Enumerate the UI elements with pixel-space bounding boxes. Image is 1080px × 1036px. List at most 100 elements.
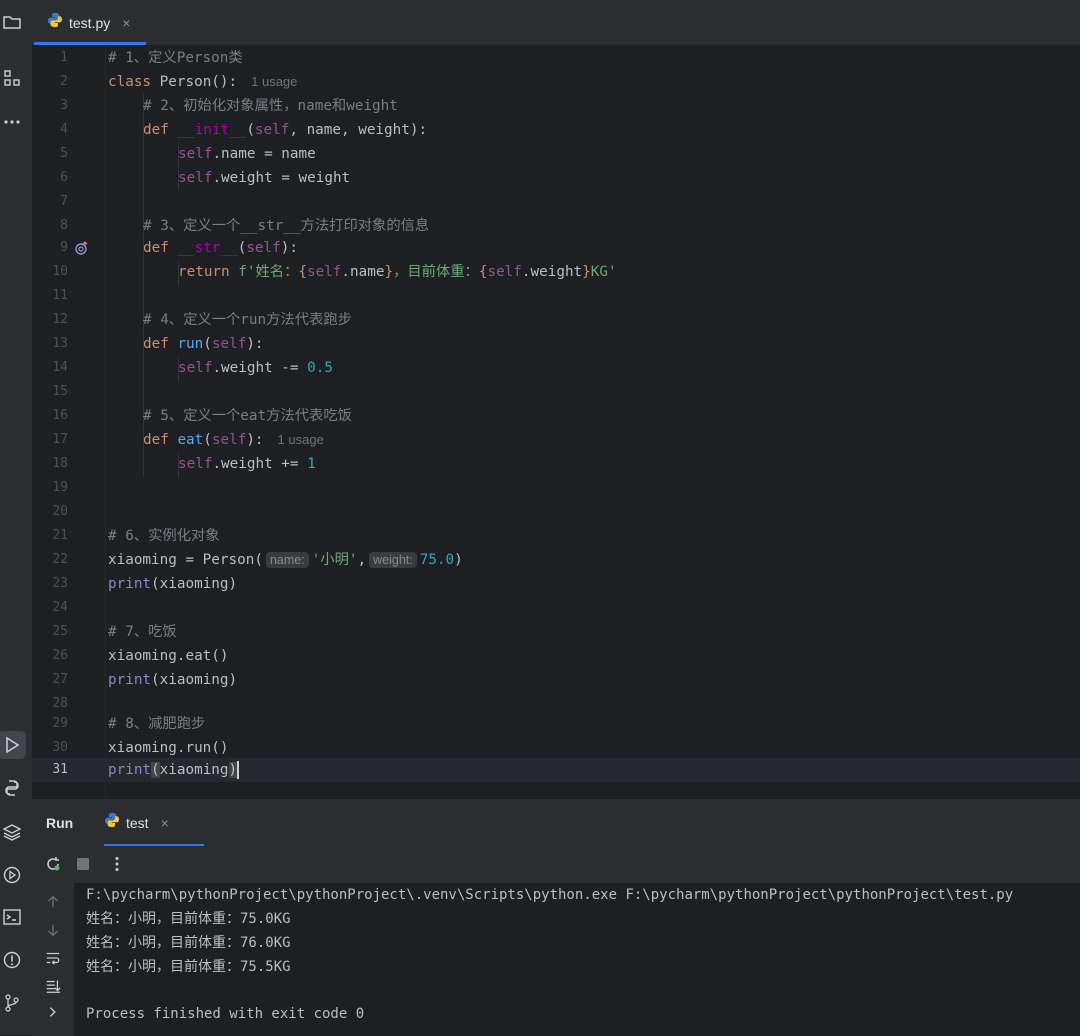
line-number: 2 bbox=[60, 74, 68, 89]
brace: { bbox=[298, 264, 307, 280]
usage-hint[interactable]: 1 usage bbox=[278, 432, 324, 447]
run-tool-icon[interactable] bbox=[0, 731, 26, 759]
statement: .name = name bbox=[212, 146, 316, 162]
line-number: 19 bbox=[52, 480, 68, 495]
structure-icon[interactable] bbox=[0, 66, 24, 90]
matched-paren: ) bbox=[228, 762, 238, 778]
tab-active-indicator bbox=[34, 42, 146, 45]
self-ref: self bbox=[178, 170, 213, 186]
code-line-27: print(xiaoming) bbox=[108, 668, 237, 692]
code-line-13: def run(self): bbox=[143, 332, 264, 356]
line-number: 6 bbox=[60, 170, 68, 185]
line-number: 29 bbox=[52, 716, 68, 731]
close-icon[interactable]: × bbox=[161, 815, 169, 831]
self-ref: self bbox=[487, 264, 522, 280]
comment: # 1、定义Person类 bbox=[108, 50, 243, 66]
kebab-icon[interactable] bbox=[108, 855, 126, 873]
code-line-31: print(xiaoming) bbox=[108, 758, 240, 782]
line-number: 26 bbox=[52, 648, 68, 663]
code-line-3: # 2、初始化对象属性，name和weight bbox=[143, 94, 398, 118]
builtin: print bbox=[108, 672, 152, 688]
fstring: ，目前体重： bbox=[393, 264, 479, 280]
console-side-toolbar bbox=[32, 883, 74, 1036]
self-param: self bbox=[211, 336, 247, 352]
code-line-2: class Person(): 1 usage bbox=[108, 70, 297, 94]
line-number: 21 bbox=[52, 528, 68, 543]
self-ref: self bbox=[178, 456, 213, 472]
class-decl: Person(): bbox=[151, 74, 238, 90]
self-ref: self bbox=[178, 146, 213, 162]
statement: .weight = weight bbox=[212, 170, 351, 186]
more-icon[interactable] bbox=[0, 110, 24, 134]
soft-wrap-icon[interactable] bbox=[44, 949, 62, 967]
line-number: 3 bbox=[60, 98, 68, 113]
line-number: 18 bbox=[52, 456, 68, 471]
run-tab-test[interactable]: test × bbox=[104, 799, 204, 846]
line-number: 22 bbox=[52, 552, 68, 567]
console-output[interactable]: F:\pycharm\pythonProject\pythonProject\.… bbox=[74, 883, 1080, 1036]
args: (xiaoming) bbox=[151, 672, 238, 688]
keyword: def bbox=[143, 240, 178, 256]
paren: ( bbox=[246, 122, 255, 138]
code-line-25: # 7、吃饭 bbox=[108, 620, 177, 644]
code-line-17: def eat(self): 1 usage bbox=[143, 428, 324, 452]
self-ref: self bbox=[178, 360, 213, 376]
number: 1 bbox=[307, 456, 316, 472]
function-name: __init__ bbox=[177, 122, 247, 138]
line-number: 15 bbox=[52, 384, 68, 399]
line-number: 5 bbox=[60, 146, 68, 161]
code-line-4: def __init__(self, name, weight): bbox=[143, 118, 427, 142]
brace: } bbox=[384, 264, 394, 280]
run-header: Run test × bbox=[32, 799, 1080, 846]
line-number: 8 bbox=[60, 218, 68, 233]
statement: xiaoming.run() bbox=[108, 740, 229, 756]
close-icon[interactable]: × bbox=[122, 15, 130, 31]
string: '小明' bbox=[311, 552, 358, 568]
line-number-gutter: 1 2 3 4 5 6 7 8 9 10 11 12 13 14 15 16 1… bbox=[32, 46, 106, 798]
scroll-end-icon[interactable] bbox=[44, 977, 62, 995]
problems-icon[interactable] bbox=[0, 948, 24, 972]
self-param: self bbox=[211, 432, 247, 448]
code-line-5: self.name = name bbox=[178, 142, 316, 166]
code-line-12: # 4、定义一个run方法代表跑步 bbox=[143, 308, 352, 332]
code-line-26: xiaoming.eat() bbox=[108, 644, 229, 668]
comment: # 8、减肥跑步 bbox=[108, 716, 206, 732]
stop-icon[interactable] bbox=[74, 855, 92, 873]
layers-icon[interactable] bbox=[0, 820, 24, 844]
console-line: F:\pycharm\pythonProject\pythonProject\.… bbox=[86, 887, 1014, 903]
scroll-down-icon[interactable] bbox=[44, 921, 62, 939]
expand-icon[interactable] bbox=[44, 1003, 62, 1021]
services-icon[interactable] bbox=[0, 863, 24, 887]
self-ref: self bbox=[306, 264, 342, 280]
code-line-14: self.weight -= 0.5 bbox=[178, 356, 333, 380]
tab-test-py[interactable]: test.py × bbox=[34, 0, 146, 45]
editor-tab-bar: test.py × bbox=[32, 0, 1080, 46]
code-line-22: xiaoming = Person(name: '小明', weight: 75.0) bbox=[108, 548, 463, 572]
code-line-21: # 6、实例化对象 bbox=[108, 524, 220, 548]
code-line-8: # 3、定义一个__str__方法打印对象的信息 bbox=[143, 214, 429, 238]
usage-hint[interactable]: 1 usage bbox=[251, 74, 297, 89]
number: 0.5 bbox=[307, 360, 333, 376]
builtin: print bbox=[108, 762, 152, 778]
self-param: self bbox=[254, 122, 290, 138]
keyword: def bbox=[143, 336, 178, 352]
code-line-10: return f'姓名：{self.name}，目前体重：{self.weigh… bbox=[178, 260, 617, 284]
statement: .weight -= bbox=[212, 360, 308, 376]
paren: ( bbox=[203, 432, 212, 448]
comment: # 5、定义一个eat方法代表吃饭 bbox=[143, 408, 352, 424]
override-icon[interactable] bbox=[74, 240, 90, 256]
python-console-icon[interactable] bbox=[0, 776, 24, 800]
code-line-18: self.weight += 1 bbox=[178, 452, 316, 476]
number: 75.0 bbox=[419, 552, 455, 568]
folder-icon[interactable] bbox=[0, 10, 24, 34]
scroll-up-icon[interactable] bbox=[44, 893, 62, 911]
git-icon[interactable] bbox=[0, 991, 24, 1015]
code-editor[interactable]: 1 2 3 4 5 6 7 8 9 10 11 12 13 14 15 16 1… bbox=[32, 46, 1080, 798]
terminal-icon[interactable] bbox=[0, 905, 24, 929]
line-number: 23 bbox=[52, 576, 68, 591]
rerun-icon[interactable] bbox=[44, 855, 62, 873]
python-file-icon bbox=[47, 12, 63, 33]
comma: , bbox=[357, 552, 367, 568]
console-line: Process finished with exit code 0 bbox=[86, 1006, 365, 1022]
comment: # 7、吃饭 bbox=[108, 624, 177, 640]
